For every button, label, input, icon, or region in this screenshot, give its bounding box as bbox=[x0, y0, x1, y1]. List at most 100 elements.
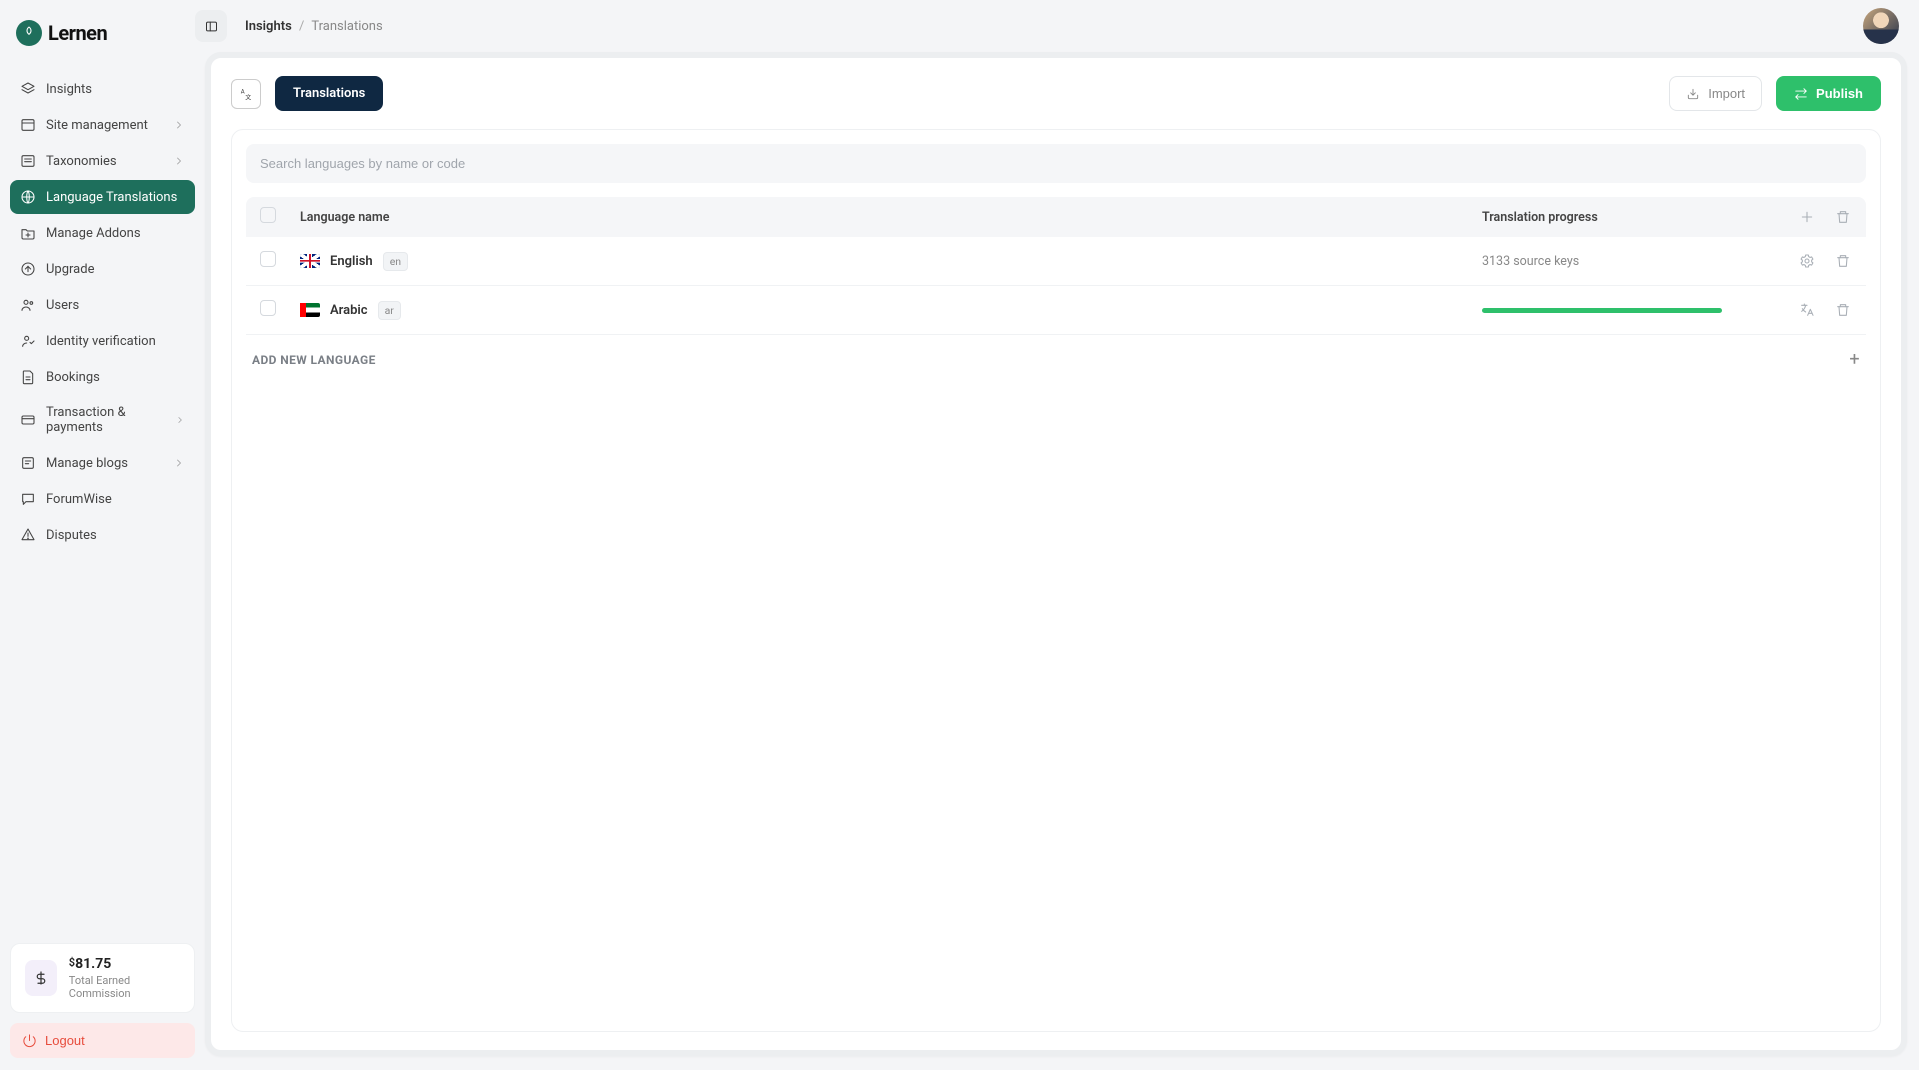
trash-icon[interactable] bbox=[1834, 301, 1852, 319]
breadcrumb-parent[interactable]: Insights bbox=[245, 19, 292, 34]
svg-text:文: 文 bbox=[245, 93, 251, 101]
breadcrumb-current: Translations bbox=[311, 19, 382, 34]
sidebar-item-identity-verification[interactable]: Identity verification bbox=[10, 324, 195, 358]
users-icon bbox=[20, 297, 36, 313]
layers-icon bbox=[20, 81, 36, 97]
sidebar-item-manage-addons[interactable]: Manage Addons bbox=[10, 216, 195, 250]
sidebar-item-label: Bookings bbox=[46, 370, 100, 385]
alert-icon bbox=[20, 527, 36, 543]
publish-label: Publish bbox=[1816, 86, 1863, 101]
tab-translations[interactable]: Translations bbox=[275, 76, 383, 111]
globe-icon bbox=[20, 189, 36, 205]
import-button[interactable]: Import bbox=[1669, 76, 1762, 111]
avatar[interactable] bbox=[1863, 8, 1899, 44]
brand-logo[interactable]: Lernen bbox=[10, 12, 195, 62]
language-name: Arabic bbox=[330, 303, 368, 318]
search-input[interactable] bbox=[258, 146, 1854, 181]
sidebar-item-language-translations[interactable]: Language Translations bbox=[10, 180, 195, 214]
sidebar-item-label: Insights bbox=[46, 82, 92, 97]
logout-button[interactable]: Logout bbox=[10, 1023, 195, 1058]
sidebar-item-insights[interactable]: Insights bbox=[10, 72, 195, 106]
table-header: Language name Translation progress bbox=[246, 197, 1866, 237]
table-row[interactable]: English en 3133 source keys bbox=[246, 237, 1866, 286]
languages-panel: Language name Translation progress bbox=[231, 129, 1881, 1032]
sidebar-item-forumwise[interactable]: ForumWise bbox=[10, 482, 195, 516]
card-icon bbox=[20, 412, 36, 428]
table-body: English en 3133 source keys bbox=[246, 237, 1866, 335]
language-code-badge: en bbox=[383, 252, 408, 271]
power-icon bbox=[22, 1033, 37, 1048]
progress-bar bbox=[1482, 308, 1722, 313]
message-icon bbox=[20, 491, 36, 507]
sidebar-item-label: Users bbox=[46, 298, 79, 313]
chevron-right-icon bbox=[173, 457, 185, 469]
sidebar-item-disputes[interactable]: Disputes bbox=[10, 518, 195, 552]
flag-uk-icon bbox=[300, 254, 320, 268]
import-icon bbox=[1686, 87, 1700, 101]
sidebar-item-upgrade[interactable]: Upgrade bbox=[10, 252, 195, 286]
sidebar-item-label: Manage Addons bbox=[46, 226, 141, 241]
commission-label: Total Earned Commission bbox=[69, 974, 180, 1000]
brand-name: Lernen bbox=[48, 21, 107, 45]
content-card: A文 Translations Import Publish bbox=[205, 52, 1907, 1056]
gear-icon[interactable] bbox=[1798, 252, 1816, 270]
commission-card: $81.75 Total Earned Commission bbox=[10, 943, 195, 1013]
sidebar-item-bookings[interactable]: Bookings bbox=[10, 360, 195, 394]
folder-plus-icon bbox=[20, 225, 36, 241]
sidebar-item-label: Manage blogs bbox=[46, 456, 128, 471]
chevron-right-icon bbox=[173, 155, 185, 167]
sidebar-item-taxonomies[interactable]: Taxonomies bbox=[10, 144, 195, 178]
sidebar-item-manage-blogs[interactable]: Manage blogs bbox=[10, 446, 195, 480]
panel-left-icon bbox=[204, 19, 219, 34]
sidebar-item-transactions[interactable]: Transaction & payments bbox=[10, 396, 195, 444]
language-name: English bbox=[330, 254, 373, 269]
sidebar-item-label: Language Translations bbox=[46, 190, 177, 205]
translate-row-icon[interactable] bbox=[1798, 301, 1816, 319]
search-wrap bbox=[246, 144, 1866, 183]
dollar-icon bbox=[25, 960, 57, 996]
table-row[interactable]: Arabic ar bbox=[246, 286, 1866, 335]
trash-icon[interactable] bbox=[1834, 252, 1852, 270]
arrow-up-circle-icon bbox=[20, 261, 36, 277]
sidebar-item-site-management[interactable]: Site management bbox=[10, 108, 195, 142]
logo-mark-icon bbox=[16, 20, 42, 46]
sidebar-collapse-button[interactable] bbox=[195, 10, 227, 42]
sidebar-item-label: Transaction & payments bbox=[46, 405, 165, 435]
sidebar-item-label: Identity verification bbox=[46, 334, 156, 349]
add-language-label: ADD NEW LANGUAGE bbox=[252, 353, 376, 367]
breadcrumb-separator: / bbox=[299, 19, 304, 34]
breadcrumb: Insights / Translations bbox=[245, 19, 383, 34]
commission-amount: $81.75 bbox=[69, 956, 180, 972]
topbar: Insights / Translations bbox=[205, 0, 1919, 52]
file-icon bbox=[20, 369, 36, 385]
tab-label: Translations bbox=[293, 86, 365, 101]
chevron-right-icon bbox=[173, 119, 185, 131]
sidebar-item-label: Disputes bbox=[46, 528, 97, 543]
checkbox-row[interactable] bbox=[260, 251, 276, 267]
column-header-progress: Translation progress bbox=[1482, 210, 1772, 225]
add-language-row[interactable]: ADD NEW LANGUAGE + bbox=[246, 335, 1866, 384]
sidebar-item-label: Site management bbox=[46, 118, 148, 133]
checkbox-row[interactable] bbox=[260, 300, 276, 316]
sidebar-item-label: ForumWise bbox=[46, 492, 112, 507]
panel-icon bbox=[20, 117, 36, 133]
publish-button[interactable]: Publish bbox=[1776, 76, 1881, 111]
list-icon bbox=[20, 153, 36, 169]
language-code-badge: ar bbox=[378, 301, 401, 320]
column-header-name: Language name bbox=[294, 210, 1482, 225]
logout-label: Logout bbox=[45, 1033, 85, 1048]
plus-icon[interactable]: + bbox=[1849, 349, 1860, 370]
add-column-icon[interactable] bbox=[1798, 208, 1816, 226]
translate-icon: A文 bbox=[231, 79, 261, 109]
user-check-icon bbox=[20, 333, 36, 349]
sidebar-nav: Insights Site management Taxonomies Lang… bbox=[10, 72, 195, 943]
checkbox-all[interactable] bbox=[260, 207, 276, 223]
trash-header-icon[interactable] bbox=[1834, 208, 1852, 226]
progress-text: 3133 source keys bbox=[1482, 254, 1579, 269]
blog-icon bbox=[20, 455, 36, 471]
sidebar-item-users[interactable]: Users bbox=[10, 288, 195, 322]
svg-text:A: A bbox=[241, 88, 245, 95]
sidebar-item-label: Upgrade bbox=[46, 262, 94, 277]
sidebar-item-label: Taxonomies bbox=[46, 154, 117, 169]
flag-ae-icon bbox=[300, 303, 320, 317]
